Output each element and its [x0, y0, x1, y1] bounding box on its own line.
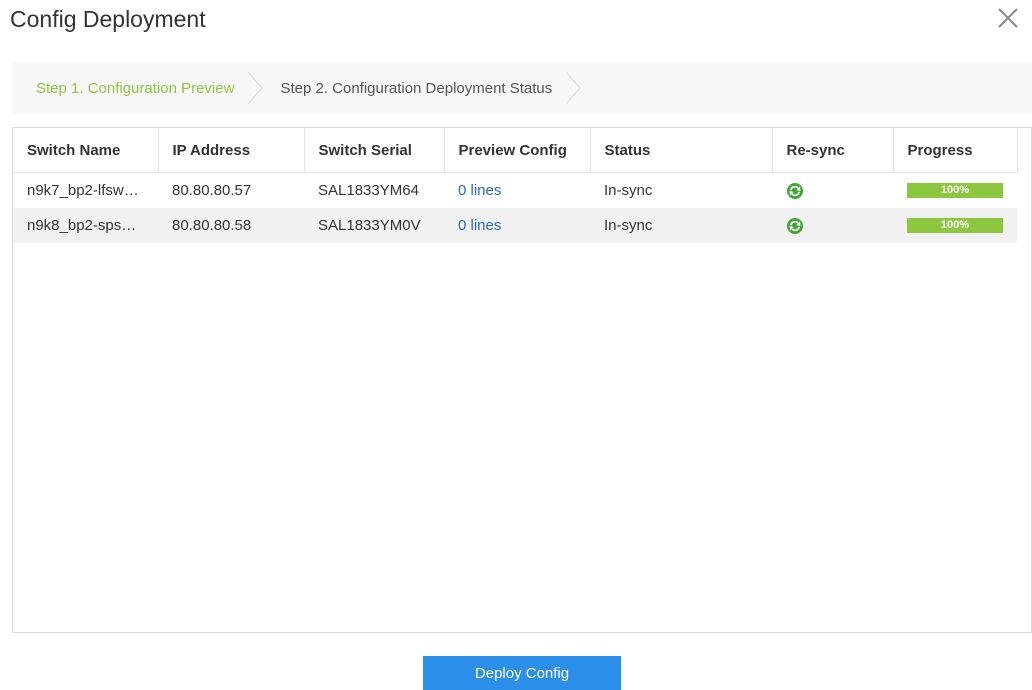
column-header-switch-serial[interactable]: Switch Serial	[304, 128, 445, 173]
column-header-progress[interactable]: Progress	[893, 128, 1018, 173]
close-icon[interactable]	[996, 6, 1020, 30]
dialog-title: Config Deployment	[10, 6, 206, 32]
step-deployment-status[interactable]: Step 2. Configuration Deployment Status	[268, 62, 586, 114]
step-label: Step 1. Configuration Preview	[36, 79, 235, 97]
column-header-status[interactable]: Status	[590, 128, 773, 173]
wizard-steps: Step 1. Configuration Preview Step 2. Co…	[12, 62, 1032, 114]
column-header-resync[interactable]: Re-sync	[772, 128, 894, 173]
preview-config-link[interactable]: 0 lines	[458, 182, 501, 199]
progress-bar: 100%	[907, 218, 1003, 233]
column-header-switch-name[interactable]: Switch Name	[13, 128, 159, 173]
cell-status: In-sync	[590, 208, 772, 243]
switch-table-container: Switch Name IP Address Switch Serial Pre…	[12, 127, 1032, 633]
cell-status: In-sync	[604, 182, 653, 199]
cell-switch-name: n9k7_bp2-lfsw…	[27, 182, 139, 199]
cell-ip-address: 80.80.80.58	[158, 208, 304, 243]
progress-bar: 100%	[907, 183, 1003, 198]
table-row[interactable]: n9k7_bp2-lfsw… 80.80.80.57 SAL1833YM64 0…	[13, 173, 1017, 209]
cell-switch-serial: SAL1833YM0V	[304, 208, 444, 243]
cell-switch-serial: SAL1833YM64	[318, 182, 419, 199]
step-configuration-preview[interactable]: Step 1. Configuration Preview	[12, 62, 268, 114]
table-header-row: Switch Name IP Address Switch Serial Pre…	[13, 128, 1018, 173]
deploy-config-button[interactable]: Deploy Config	[423, 656, 621, 690]
step-label: Step 2. Configuration Deployment Status	[280, 79, 553, 97]
chevron-right-icon	[565, 71, 582, 105]
cell-ip-address: 80.80.80.57	[172, 182, 252, 199]
cell-switch-name: n9k8_bp2-sps…	[13, 208, 158, 243]
table-row[interactable]: n9k8_bp2-sps… 80.80.80.58 SAL1833YM0V 0 …	[13, 208, 1017, 243]
switch-table: Switch Name IP Address Switch Serial Pre…	[13, 128, 1018, 243]
resync-icon[interactable]	[786, 182, 804, 200]
resync-icon[interactable]	[786, 217, 804, 235]
chevron-right-icon	[248, 71, 264, 105]
column-header-preview-config[interactable]: Preview Config	[444, 128, 591, 173]
preview-config-link[interactable]: 0 lines	[458, 217, 501, 234]
column-header-ip-address[interactable]: IP Address	[158, 128, 305, 173]
